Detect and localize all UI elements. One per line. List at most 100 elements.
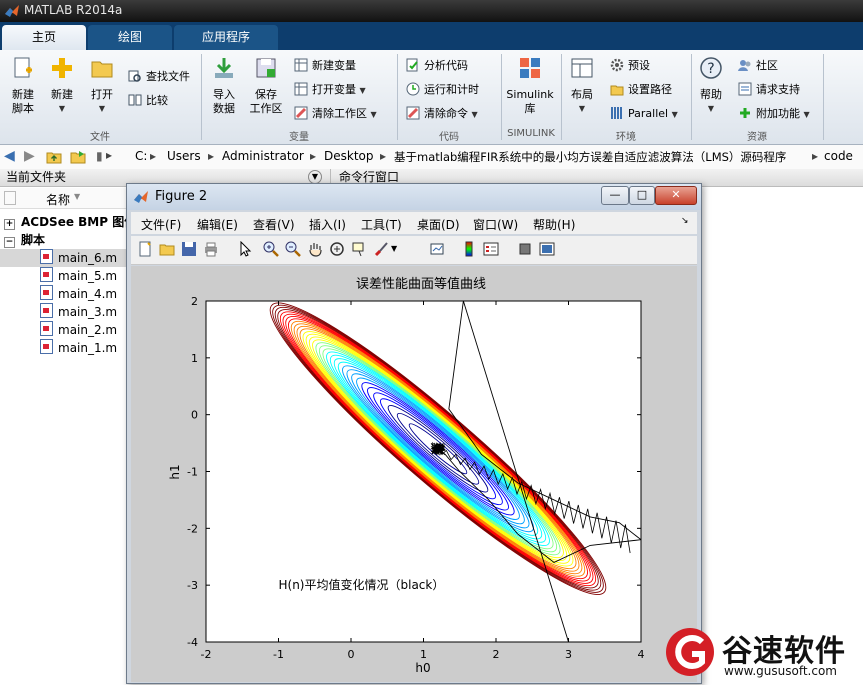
maximize-button[interactable]: □	[629, 186, 655, 205]
x-tick-label: 1	[420, 648, 427, 661]
request-support-button[interactable]: 请求支持	[738, 81, 800, 99]
menu-insert[interactable]: 插入(I)	[309, 216, 346, 233]
parallel-button[interactable]: Parallel ▼	[610, 105, 678, 123]
new-button[interactable]: 新建 ▼	[46, 56, 78, 116]
menu-view[interactable]: 查看(V)	[253, 216, 295, 233]
menu-edit[interactable]: 编辑(E)	[197, 216, 238, 233]
simulink-library-button[interactable]: Simulink 库	[504, 56, 556, 116]
menu-help[interactable]: 帮助(H)	[533, 216, 575, 233]
link-plot-icon[interactable]	[429, 241, 445, 257]
help-dropdown-icon: ▼	[707, 104, 715, 113]
set-path-button[interactable]: 设置路径	[610, 81, 672, 99]
layout-icon	[571, 58, 593, 78]
brush-dropdown-icon[interactable]: ▼	[391, 244, 397, 253]
list-item[interactable]: main_1.m	[0, 339, 117, 357]
select-all-checkbox[interactable]	[4, 191, 16, 205]
svg-text:?: ?	[707, 61, 714, 77]
section-code-label: 代码	[439, 132, 459, 143]
breadcrumb-project-folder[interactable]: 基于matlab编程FIR系统中的最小均方误差自适应滤波算法（LMS）源码程序	[394, 149, 810, 165]
import-data-button[interactable]: 导入 数据	[208, 56, 240, 116]
breadcrumb-c[interactable]: C:	[135, 149, 147, 163]
tab-plots[interactable]: 绘图	[88, 25, 172, 50]
m-file-icon	[40, 321, 53, 336]
expand-icon[interactable]: +	[4, 219, 15, 230]
set-path-icon	[610, 85, 624, 96]
up-folder-icon[interactable]	[46, 149, 62, 165]
breadcrumb-desktop[interactable]: Desktop	[324, 149, 374, 163]
breadcrumb-administrator[interactable]: Administrator	[222, 149, 304, 163]
pan-hand-icon[interactable]	[307, 241, 323, 257]
new-variable-button[interactable]: 新建变量	[294, 57, 356, 75]
data-cursor-icon[interactable]	[351, 241, 367, 257]
community-button[interactable]: 社区	[738, 57, 778, 75]
group-acdsee-bmp[interactable]: + ACDSee BMP 图像	[4, 213, 136, 231]
menu-file[interactable]: 文件(F)	[141, 216, 181, 233]
brush-icon[interactable]	[373, 241, 389, 257]
new-script-button[interactable]: 新建 脚本	[6, 56, 40, 116]
analyze-code-button[interactable]: 分析代码	[406, 57, 468, 75]
addons-dropdown-icon: ▼	[803, 110, 810, 119]
list-item[interactable]: main_4.m	[0, 285, 117, 303]
show-plot-tools-icon[interactable]	[539, 241, 555, 257]
find-files-button[interactable]: 查找文件	[128, 68, 190, 86]
preferences-button[interactable]: 预设	[610, 57, 650, 75]
y-tick-label: -2	[187, 522, 198, 535]
run-and-time-button[interactable]: 运行和计时	[406, 81, 479, 99]
layout-button[interactable]: 布局 ▼	[566, 56, 598, 116]
zoom-out-icon[interactable]	[285, 241, 301, 257]
dock-arrow-icon[interactable]: ↘	[681, 216, 689, 226]
watermark: 谷速软件 www.gususoft.com	[664, 624, 863, 682]
open-variable-button[interactable]: 打开变量 ▼	[294, 81, 366, 99]
help-button[interactable]: ? 帮助 ▼	[696, 56, 726, 116]
list-item[interactable]: main_3.m	[0, 303, 117, 321]
name-column-header[interactable]: 名称	[46, 191, 70, 208]
print-icon[interactable]	[203, 241, 219, 257]
contour-plot[interactable]: 误差性能曲面等值曲线 -2 -1 0 1 2 3 4 -4 -3 -2 -1 0 1 2 h0 h1 H(…	[131, 266, 697, 682]
breadcrumb-users[interactable]: Users	[167, 149, 201, 163]
list-item[interactable]: main_2.m	[0, 321, 117, 339]
back-arrow-icon[interactable]: ◀	[4, 148, 15, 164]
hide-plot-tools-icon[interactable]	[517, 241, 533, 257]
collapse-icon[interactable]: −	[4, 237, 15, 248]
figure-window: Figure 2 — □ ✕ 文件(F) 编辑(E) 查看(V) 插入(I) 工…	[126, 183, 702, 684]
legend-icon[interactable]	[483, 241, 499, 257]
breadcrumb-code[interactable]: code	[824, 149, 853, 163]
figure-toolbar: ▼	[131, 236, 697, 265]
simulink-icon	[520, 58, 540, 78]
close-button[interactable]: ✕	[655, 186, 697, 205]
clear-commands-button[interactable]: 清除命令 ▼	[406, 105, 478, 123]
open-button[interactable]: 打开 ▼	[86, 56, 118, 116]
addons-icon	[740, 108, 750, 118]
tab-home[interactable]: 主页	[2, 25, 86, 50]
addons-button[interactable]: 附加功能 ▼	[738, 105, 810, 123]
y-tick-label: 2	[191, 295, 198, 308]
watermark-url: www.gususoft.com	[724, 664, 837, 678]
figure-title-bar: Figure 2 — □ ✕	[127, 184, 701, 210]
y-tick-label: -4	[187, 636, 198, 649]
minimize-button[interactable]: —	[601, 186, 629, 205]
group-scripts[interactable]: − 脚本	[4, 231, 45, 249]
forward-arrow-icon[interactable]: ▶	[24, 148, 35, 164]
rotate-3d-icon[interactable]	[329, 241, 345, 257]
ribbon-tabs: 主页 绘图 应用程序	[0, 22, 863, 50]
tab-apps[interactable]: 应用程序	[174, 25, 278, 50]
menu-desktop[interactable]: 桌面(D)	[417, 216, 460, 233]
open-file-icon[interactable]	[159, 241, 175, 257]
parallel-dropdown-icon: ▼	[671, 110, 678, 119]
x-tick-label: 0	[348, 648, 355, 661]
compare-button[interactable]: 比较	[128, 92, 168, 110]
menu-window[interactable]: 窗口(W)	[473, 216, 518, 233]
panel-menu-icon[interactable]: ▼	[308, 170, 322, 184]
clear-workspace-button[interactable]: 清除工作区 ▼	[294, 105, 377, 123]
menu-tools[interactable]: 工具(T)	[361, 216, 402, 233]
save-workspace-button[interactable]: 保存 工作区	[246, 56, 286, 116]
browse-folder-icon[interactable]	[70, 149, 86, 165]
new-figure-icon[interactable]	[137, 241, 153, 257]
path-separator-icon: ▸	[106, 148, 113, 162]
colorbar-icon[interactable]	[461, 241, 477, 257]
save-icon[interactable]	[181, 241, 197, 257]
pointer-icon[interactable]	[237, 241, 253, 257]
list-item[interactable]: main_5.m	[0, 267, 117, 285]
zoom-in-icon[interactable]	[263, 241, 279, 257]
parallel-icon	[611, 107, 622, 119]
